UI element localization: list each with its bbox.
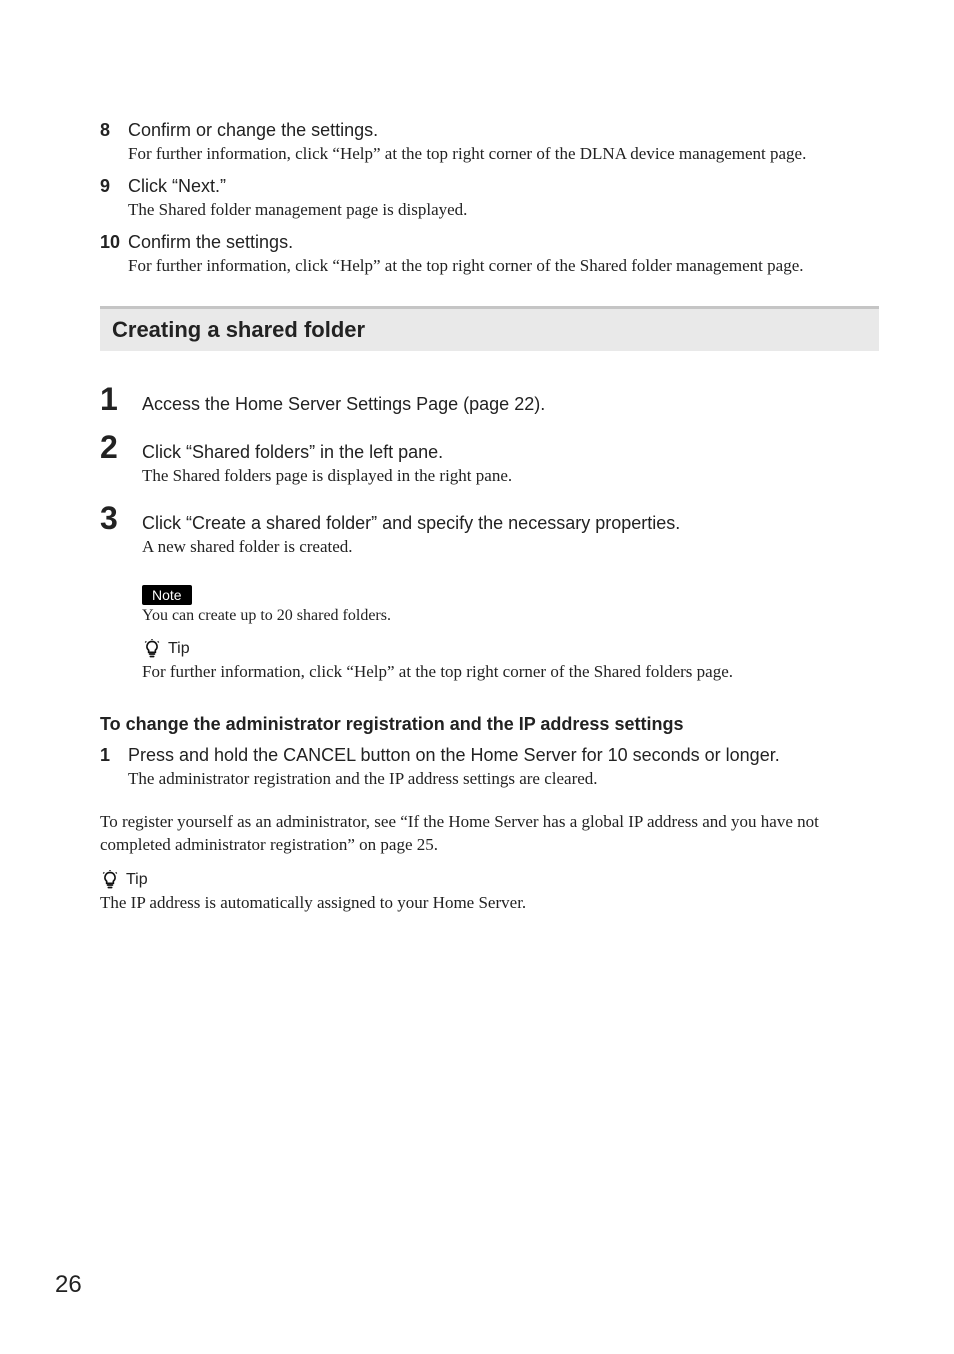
step-line: 9 Click “Next.” [100,176,879,197]
substep-list: 1 Press and hold the CANCEL button on th… [100,745,879,791]
body-paragraph: To register yourself as an administrator… [100,811,879,857]
section-header: Creating a shared folder [100,306,879,351]
step-body: The Shared folder management page is dis… [128,199,879,222]
step-number: 1 [100,745,128,766]
tip-label: Tip [168,640,190,658]
tip-row: Tip [142,639,879,659]
subheading: To change the administrator registration… [100,714,879,735]
tip-label: Tip [126,871,148,889]
big-step-title: Access the Home Server Settings Page (pa… [142,394,879,415]
step-list-top: 8 Confirm or change the settings. For fu… [100,120,879,278]
step-number: 8 [100,120,128,141]
step-title: Confirm or change the settings. [128,120,378,141]
step-9: 9 Click “Next.” The Shared folder manage… [100,176,879,222]
page-number: 26 [55,1271,82,1299]
step-number: 9 [100,176,128,197]
step-body: For further information, click “Help” at… [128,255,879,278]
step-line: 8 Confirm or change the settings. [100,120,879,141]
step-number: 10 [100,232,128,253]
big-step-body: Click “Create a shared folder” and speci… [142,513,879,559]
note-text: You can create up to 20 shared folders. [142,607,879,625]
step-body: The administrator registration and the I… [128,768,879,791]
big-step-desc: The Shared folders page is displayed in … [142,465,879,488]
tip-row: Tip [100,870,879,890]
big-step-number: 3 [100,502,142,534]
step-body: For further information, click “Help” at… [128,143,879,166]
tip-text: The IP address is automatically assigned… [100,892,879,915]
big-step-title: Click “Create a shared folder” and speci… [142,513,879,534]
substep-1: 1 Press and hold the CANCEL button on th… [100,745,879,791]
big-step-number: 1 [100,383,142,415]
lightbulb-icon [142,639,162,659]
step-title: Confirm the settings. [128,232,293,253]
big-step-number: 2 [100,431,142,463]
step-10: 10 Confirm the settings. For further inf… [100,232,879,278]
step-title: Click “Next.” [128,176,226,197]
step-line: 10 Confirm the settings. [100,232,879,253]
big-step-list: 1 Access the Home Server Settings Page (… [100,383,879,559]
lightbulb-icon [100,870,120,890]
big-step-2: 2 Click “Shared folders” in the left pan… [100,431,879,488]
tip-text: For further information, click “Help” at… [142,661,879,684]
step-8: 8 Confirm or change the settings. For fu… [100,120,879,166]
big-step-body: Click “Shared folders” in the left pane.… [142,442,879,488]
note-badge: Note [142,585,192,605]
big-step-desc: A new shared folder is created. [142,536,879,559]
step-title: Press and hold the CANCEL button on the … [128,745,780,766]
big-step-3: 3 Click “Create a shared folder” and spe… [100,502,879,559]
big-step-title: Click “Shared folders” in the left pane. [142,442,879,463]
step-line: 1 Press and hold the CANCEL button on th… [100,745,879,766]
big-step-body: Access the Home Server Settings Page (pa… [142,394,879,417]
big-step-1: 1 Access the Home Server Settings Page (… [100,383,879,417]
